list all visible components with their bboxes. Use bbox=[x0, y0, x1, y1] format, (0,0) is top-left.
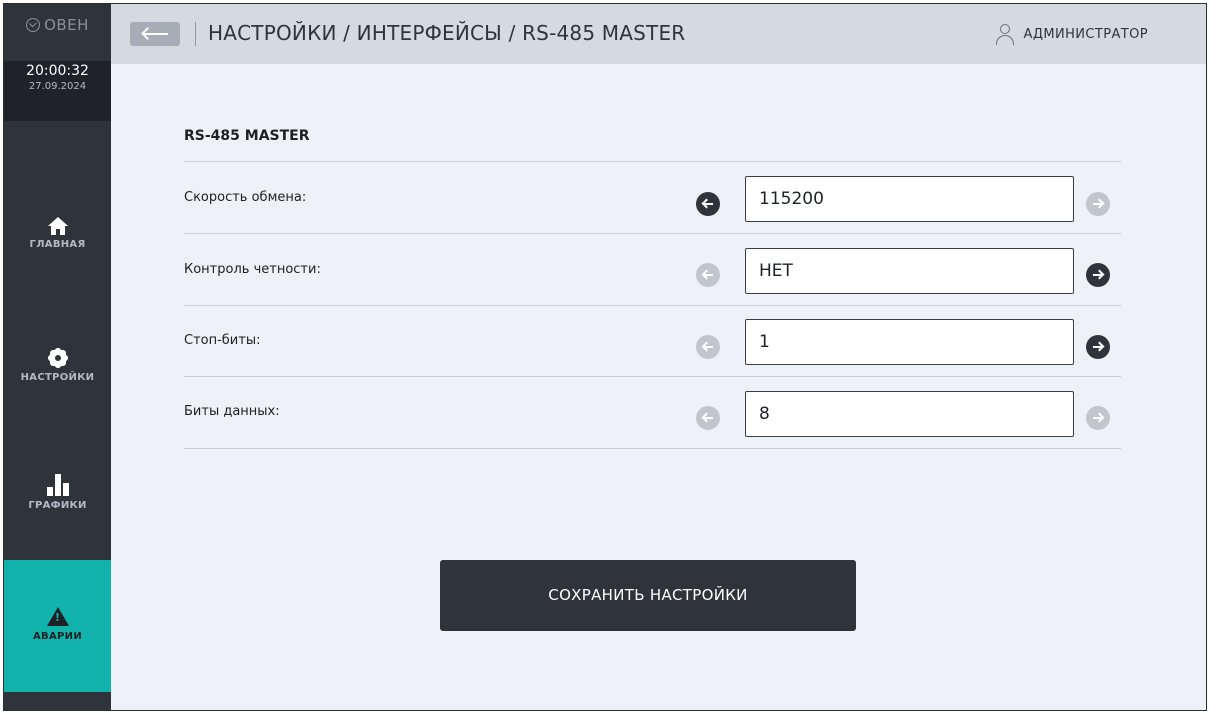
parity-next-button[interactable] bbox=[1086, 263, 1110, 287]
nav-item-charts[interactable]: ГРАФИКИ bbox=[4, 468, 111, 538]
divider bbox=[184, 376, 1121, 377]
bar-chart-icon bbox=[46, 474, 69, 496]
owen-logo-icon bbox=[26, 18, 41, 32]
data-bits-prev-button[interactable] bbox=[696, 406, 720, 430]
section-title: RS-485 MASTER bbox=[184, 128, 310, 144]
sidebar: ОВЕН 20:00:32 27.09.2024 ГЛАВНАЯ НАСТРОЙ… bbox=[4, 4, 111, 710]
baud-rate-prev-button[interactable] bbox=[696, 192, 720, 216]
app-window: ОВЕН 20:00:32 27.09.2024 ГЛАВНАЯ НАСТРОЙ… bbox=[3, 3, 1207, 711]
brand-name: ОВЕН bbox=[44, 16, 89, 34]
warning-icon: ! bbox=[46, 607, 69, 627]
setting-label-parity: Контроль четности: bbox=[184, 262, 321, 277]
nav-item-alarms[interactable]: ! АВАРИИ bbox=[4, 560, 111, 692]
parity-value[interactable]: НЕТ bbox=[745, 248, 1074, 294]
data-bits-value[interactable]: 8 bbox=[745, 391, 1074, 437]
brand-logo: ОВЕН bbox=[4, 16, 111, 34]
stop-bits-value[interactable]: 1 bbox=[745, 319, 1074, 365]
divider bbox=[184, 448, 1121, 449]
header-separator bbox=[195, 22, 196, 46]
nav-label-charts: ГРАФИКИ bbox=[28, 500, 87, 511]
breadcrumb: НАСТРОЙКИ / ИНТЕРФЕЙСЫ / RS-485 MASTER bbox=[208, 21, 686, 45]
setting-label-data-bits: Биты данных: bbox=[184, 404, 280, 419]
save-settings-button[interactable]: СОХРАНИТЬ НАСТРОЙКИ bbox=[440, 560, 856, 631]
nav-item-settings[interactable]: НАСТРОЙКИ bbox=[4, 337, 111, 407]
back-button[interactable] bbox=[130, 22, 180, 46]
gear-icon bbox=[46, 346, 69, 370]
clock-date: 27.09.2024 bbox=[28, 81, 87, 92]
setting-label-stop-bits: Стоп-биты: bbox=[184, 333, 261, 348]
home-icon bbox=[47, 217, 68, 235]
parity-prev-button[interactable] bbox=[696, 263, 720, 287]
stop-bits-next-button[interactable] bbox=[1086, 335, 1110, 359]
nav-label-settings: НАСТРОЙКИ bbox=[20, 372, 95, 383]
stop-bits-prev-button[interactable] bbox=[696, 335, 720, 359]
divider bbox=[184, 161, 1121, 162]
data-bits-next-button[interactable] bbox=[1086, 406, 1110, 430]
clock: 20:00:32 27.09.2024 bbox=[4, 61, 111, 121]
baud-rate-value[interactable]: 115200 bbox=[745, 176, 1074, 222]
nav-label-home: ГЛАВНАЯ bbox=[29, 239, 86, 250]
divider bbox=[184, 305, 1121, 306]
nav-label-alarms: АВАРИИ bbox=[33, 631, 82, 642]
user-name: АДМИНИСТРАТОР bbox=[1023, 27, 1148, 42]
setting-label-baud-rate: Скорость обмена: bbox=[184, 190, 307, 205]
header-bar: НАСТРОЙКИ / ИНТЕРФЕЙСЫ / RS-485 MASTER А… bbox=[111, 4, 1206, 64]
user-icon bbox=[995, 24, 1015, 45]
baud-rate-next-button[interactable] bbox=[1086, 192, 1110, 216]
user-menu[interactable]: АДМИНИСТРАТОР bbox=[995, 24, 1148, 45]
clock-time: 20:00:32 bbox=[26, 63, 89, 79]
divider bbox=[184, 233, 1121, 234]
nav-item-home[interactable]: ГЛАВНАЯ bbox=[4, 204, 111, 274]
